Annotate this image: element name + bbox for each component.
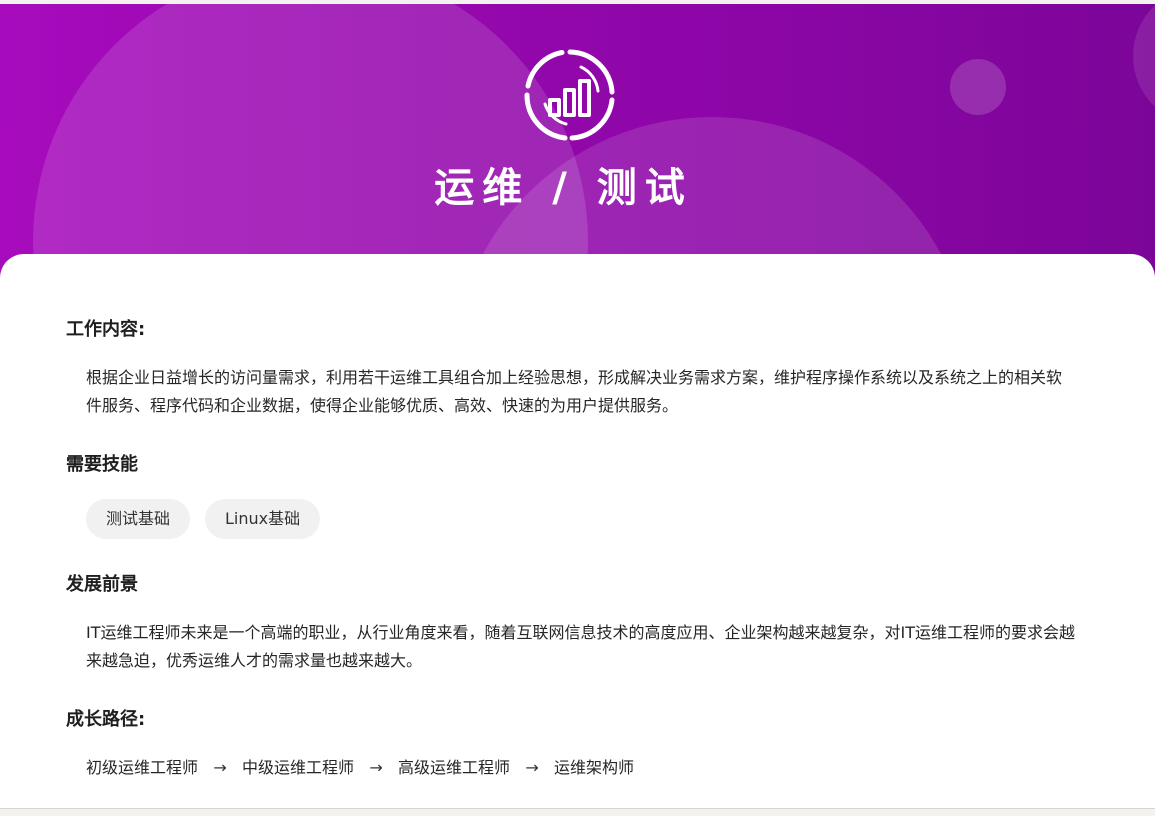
arrow-right-icon: → (213, 758, 227, 777)
career-detail-page: 运维 / 测试 工作内容: 根据企业日益增长的访问量需求，利用若干运维工具组合加… (0, 4, 1155, 808)
skills-list: 测试基础 Linux基础 (86, 499, 321, 539)
growth-step: 高级运维工程师 (398, 758, 511, 777)
skill-tag[interactable]: Linux基础 (205, 499, 321, 539)
skill-tag[interactable]: 测试基础 (86, 499, 191, 539)
growth-step: 中级运维工程师 (242, 758, 355, 777)
decorative-circle-edge (1133, 4, 1155, 126)
prospects-heading: 发展前景 (66, 574, 138, 595)
prospects-text: IT运维工程师未来是一个高端的职业，从行业角度来看，随着互联网信息技术的高度应用… (86, 623, 1075, 670)
hero-banner: 运维 / 测试 (0, 4, 1155, 279)
growth-path-heading: 成长路径: (66, 709, 146, 730)
arrow-right-icon: → (369, 758, 383, 777)
decorative-circle-small (950, 59, 1006, 115)
growth-step: 运维架构师 (554, 758, 635, 777)
growth-step: 初级运维工程师 (86, 758, 199, 777)
content-card: 工作内容: 根据企业日益增长的访问量需求，利用若干运维工具组合加上经验思想，形成… (0, 254, 1155, 808)
arrow-right-icon: → (525, 758, 539, 777)
bar-chart-gauge-icon (524, 49, 615, 141)
growth-path: 初级运维工程师 → 中级运维工程师 → 高级运维工程师 → 运维架构师 (86, 754, 634, 782)
page-title: 运维 / 测试 (434, 165, 693, 211)
job-content-text: 根据企业日益增长的访问量需求，利用若干运维工具组合加上经验思想，形成解决业务需求… (86, 368, 1063, 415)
required-skills-heading: 需要技能 (66, 454, 138, 475)
job-content-heading: 工作内容: (66, 319, 146, 340)
